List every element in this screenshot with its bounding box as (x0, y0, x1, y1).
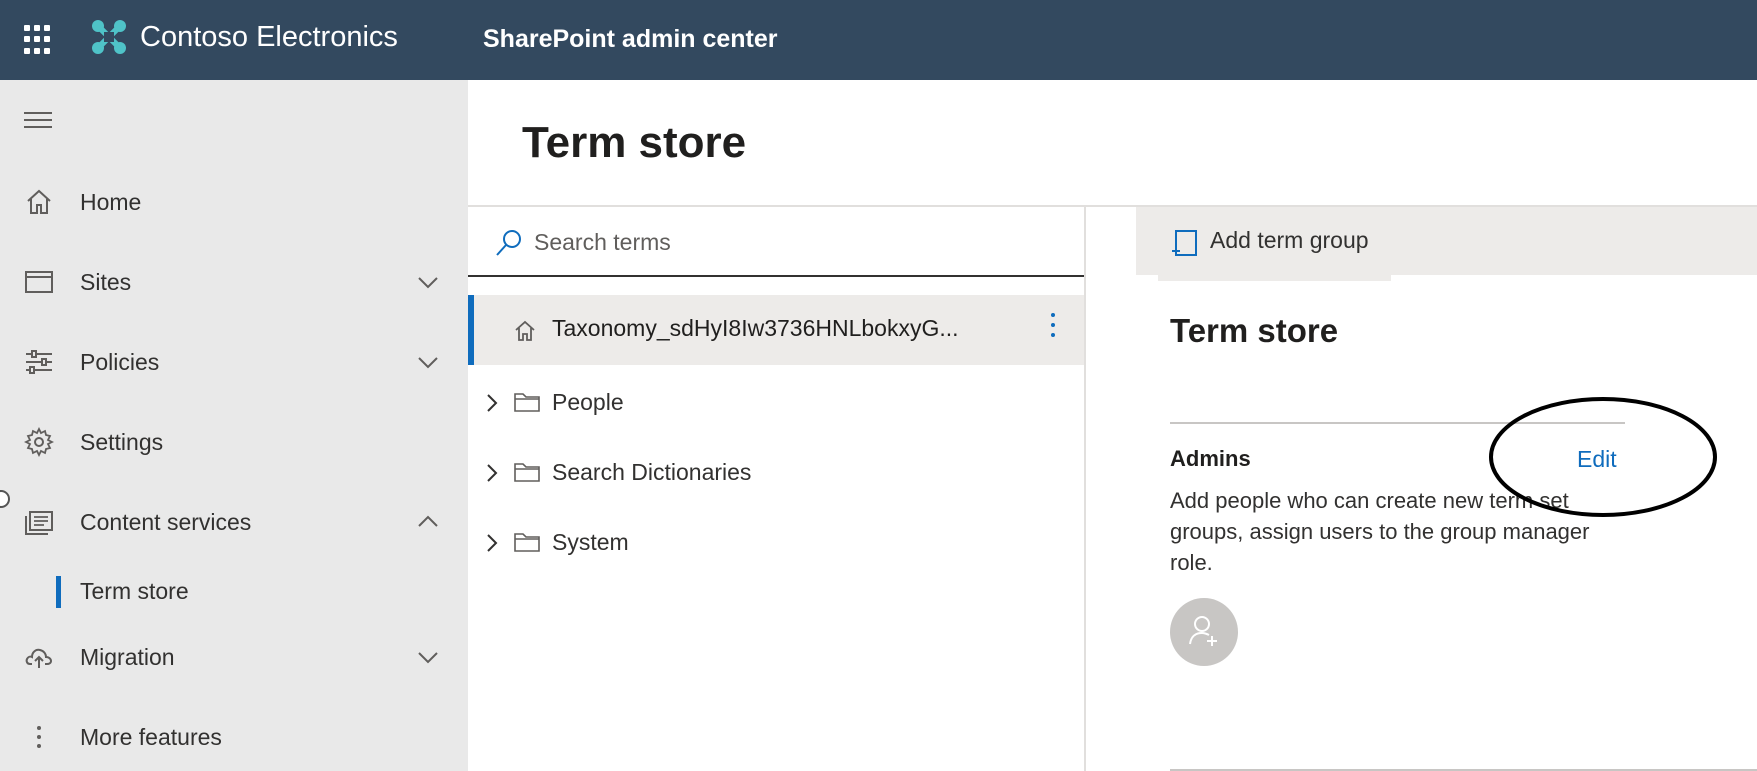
tree-node-label: People (552, 389, 624, 415)
policies-icon (26, 350, 52, 374)
details-divider (1170, 422, 1625, 424)
nav-item-policies[interactable]: Policies (0, 332, 468, 392)
term-tree-panel: Taxonomy_sdHyI8Iw3736HNLbokxyG... People… (468, 207, 1086, 771)
nav-item-home[interactable]: Home (0, 172, 468, 232)
chevron-right-icon[interactable] (482, 531, 502, 555)
add-admin-avatar[interactable] (1170, 598, 1238, 666)
nav-item-migration[interactable]: Migration (0, 627, 468, 687)
selected-indicator (468, 295, 474, 365)
top-bar: Contoso Electronics SharePoint admin cen… (0, 0, 1757, 80)
add-person-icon (1189, 616, 1217, 646)
search-icon (496, 230, 521, 256)
nav-item-settings[interactable]: Settings (0, 412, 468, 472)
chevron-up-icon[interactable] (416, 510, 440, 534)
tree-root-node[interactable]: Taxonomy_sdHyI8Iw3736HNLbokxyG... (468, 295, 1084, 365)
chevron-right-icon[interactable] (482, 391, 502, 415)
admins-heading: Admins (1170, 446, 1251, 471)
edit-admins-link[interactable]: Edit (1577, 446, 1617, 473)
nav-item-content-services[interactable]: Content services (0, 492, 468, 552)
nav-item-sites[interactable]: Sites (0, 252, 468, 312)
tree-node-label: System (552, 529, 629, 555)
gear-icon (24, 427, 54, 457)
add-term-group-icon (1172, 230, 1197, 256)
home-icon (27, 189, 51, 214)
cloud-upload-icon (25, 648, 53, 668)
tree-node-people[interactable]: People (468, 373, 1084, 433)
tree-node-system[interactable]: System (468, 513, 1084, 573)
selected-indicator (56, 576, 61, 608)
chevron-down-icon[interactable] (416, 350, 440, 374)
app-launcher-icon[interactable] (24, 25, 54, 55)
admins-description: Add people who can create new term set g… (1170, 488, 1590, 575)
add-term-group-button[interactable]: Add term group (1136, 207, 1396, 275)
folder-icon (514, 463, 540, 482)
nav-sub-label: Term store (80, 578, 189, 604)
nav-label: Home (80, 188, 142, 215)
folder-icon (514, 533, 540, 552)
command-bar: Add term group (1136, 207, 1757, 275)
nav-label: Policies (80, 348, 160, 375)
nav-subitem-term-store[interactable]: Term store (0, 570, 468, 614)
chevron-down-icon[interactable] (416, 645, 440, 669)
sites-icon (25, 271, 53, 293)
content-services-icon (25, 511, 53, 535)
tree-node-label: Search Dictionaries (552, 459, 752, 485)
collapse-nav-icon[interactable] (24, 112, 54, 132)
search-input[interactable] (534, 225, 1054, 259)
chevron-down-icon[interactable] (416, 270, 440, 294)
folder-icon (514, 393, 540, 412)
nav-label: Migration (80, 643, 175, 670)
contoso-logo-icon (92, 20, 126, 54)
app-name[interactable]: SharePoint admin center (483, 22, 778, 56)
home-icon (515, 320, 535, 341)
left-navigation: Home Sites Policies Settings Content ser… (0, 80, 468, 771)
tree-node-search-dictionaries[interactable]: Search Dictionaries (468, 443, 1084, 503)
more-options-icon[interactable] (1048, 313, 1058, 347)
nav-label: More features (80, 723, 222, 750)
chevron-right-icon[interactable] (482, 461, 502, 485)
add-term-group-label: Add term group (1210, 227, 1369, 253)
search-box[interactable] (468, 207, 1084, 277)
more-vertical-icon (37, 726, 41, 748)
org-name[interactable]: Contoso Electronics (140, 18, 398, 56)
page-title: Term store (522, 118, 747, 167)
tree-root-label: Taxonomy_sdHyI8Iw3736HNLbokxyG... (552, 315, 959, 341)
nav-label: Content services (80, 508, 252, 535)
nav-item-more-features[interactable]: More features (0, 707, 468, 767)
details-title: Term store (1170, 312, 1339, 349)
nav-label: Sites (80, 268, 132, 295)
command-underline (1158, 275, 1391, 281)
nav-label: Settings (80, 428, 164, 455)
